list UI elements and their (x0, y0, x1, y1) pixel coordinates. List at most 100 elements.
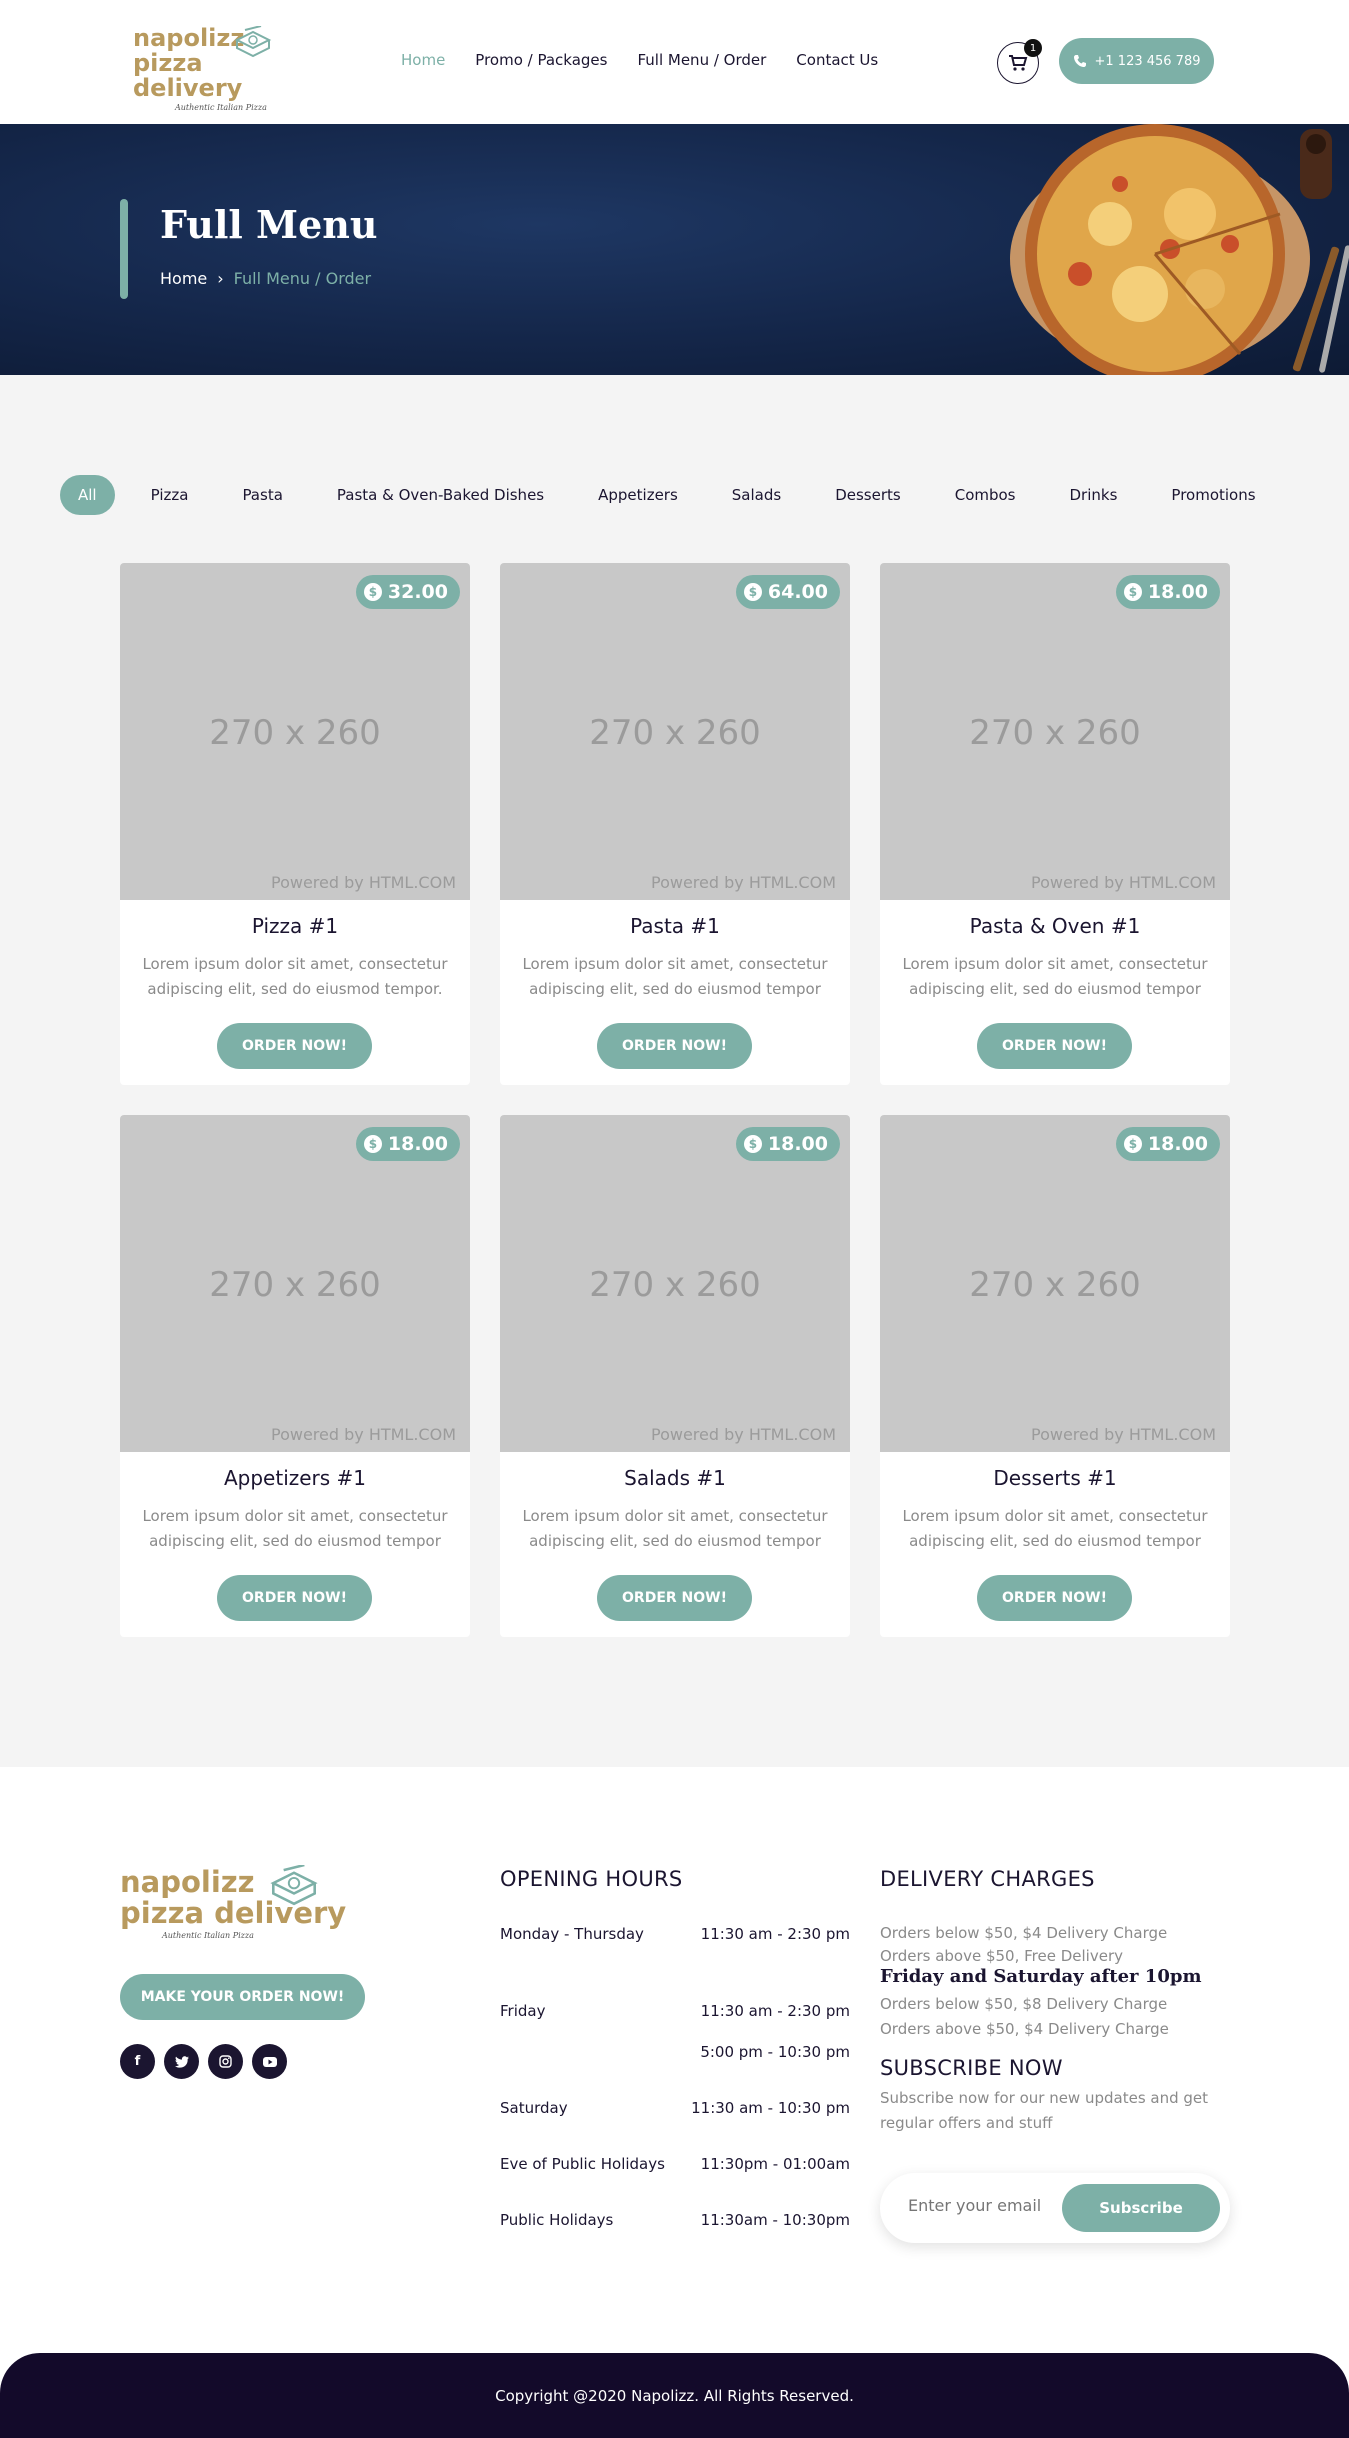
product-title[interactable]: Pasta #1 (500, 914, 850, 938)
hours-time: 11:30 am - 2:30 pm (700, 1925, 850, 1943)
dollar-coin-icon: $ (1123, 583, 1142, 601)
hours-time: 11:30pm - 01:00am (700, 2155, 850, 2173)
make-order-button[interactable]: MAKE YOUR ORDER NOW! (120, 1974, 365, 2020)
hours-time: 11:30 am - 2:30 pm (700, 2002, 850, 2020)
nav-promo[interactable]: Promo / Packages (475, 51, 607, 69)
menu-section: All Pizza Pasta Pasta & Oven-Baked Dishe… (0, 375, 1349, 1767)
tab-pasta[interactable]: Pasta (224, 475, 300, 515)
page-title: Full Menu (160, 202, 378, 247)
site-header: napolizz pizza delivery Authentic Italia… (0, 0, 1349, 124)
placeholder-size: 270 x 260 (969, 713, 1141, 753)
dollar-coin-icon: $ (363, 583, 382, 601)
tab-all[interactable]: All (60, 475, 115, 515)
phone-icon (1073, 55, 1086, 67)
placeholder-credit: Powered by HTML.COM (271, 1425, 456, 1444)
subscribe-text: Subscribe now for our new updates and ge… (880, 2089, 1209, 2132)
placeholder-size: 270 x 260 (589, 713, 761, 753)
subscribe-button[interactable]: Subscribe (1062, 2184, 1220, 2232)
social-links: f (120, 2044, 287, 2079)
order-now-button[interactable]: ORDER NOW! (977, 1575, 1132, 1621)
order-now-button[interactable]: ORDER NOW! (217, 1575, 372, 1621)
delivery-title: DELIVERY CHARGES (880, 1867, 1095, 1891)
product-title[interactable]: Salads #1 (500, 1466, 850, 1490)
logo-tagline: Authentic Italian Pizza (162, 1931, 254, 1940)
order-now-button[interactable]: ORDER NOW! (217, 1023, 372, 1069)
dollar-coin-icon: $ (743, 1135, 762, 1153)
dollar-coin-icon: $ (743, 583, 762, 601)
product-title[interactable]: Pizza #1 (120, 914, 470, 938)
nav-home[interactable]: Home (401, 51, 445, 69)
copyright-text: Copyright @2020 Napolizz. All Rights Res… (495, 2386, 854, 2405)
subscribe-form: Subscribe (880, 2173, 1230, 2243)
cart-button[interactable]: 1 (997, 39, 1042, 84)
product-image-placeholder[interactable]: 270 x 260 Powered by HTML.COM $ 18.00 (500, 1115, 850, 1452)
dollar-coin-icon: $ (363, 1135, 382, 1153)
tab-appetizers[interactable]: Appetizers (580, 475, 696, 515)
hours-time: 11:30 am - 10:30 pm (691, 2099, 850, 2117)
price-value: 18.00 (1147, 581, 1208, 603)
opening-hours: OPENING HOURS Monday - Thursday 11:30 am… (500, 1867, 850, 2229)
hours-day: Public Holidays (500, 2211, 614, 2229)
delivery-line: Orders above $50, Free Delivery (880, 1947, 1124, 1965)
product-image-placeholder[interactable]: 270 x 260 Powered by HTML.COM $ 18.00 (880, 563, 1230, 900)
product-image-placeholder[interactable]: 270 x 260 Powered by HTML.COM $ 32.00 (120, 563, 470, 900)
product-title[interactable]: Appetizers #1 (120, 1466, 470, 1490)
product-image-placeholder[interactable]: 270 x 260 Powered by HTML.COM $ 64.00 (500, 563, 850, 900)
logo[interactable]: napolizz pizza delivery Authentic Italia… (133, 26, 273, 112)
tab-promotions[interactable]: Promotions (1153, 475, 1273, 515)
breadcrumb-current: Full Menu / Order (233, 269, 372, 288)
hero-accent-bar (120, 199, 128, 299)
email-input[interactable] (908, 2196, 1058, 2215)
product-card: 270 x 260 Powered by HTML.COM $ 18.00 Sa… (500, 1115, 850, 1637)
facebook-icon[interactable]: f (120, 2044, 155, 2079)
nav-full-menu[interactable]: Full Menu / Order (637, 51, 766, 69)
tab-combos[interactable]: Combos (937, 475, 1034, 515)
cart-icon (1009, 55, 1028, 71)
hours-time: 11:30am - 10:30pm (700, 2211, 850, 2229)
price-value: 64.00 (767, 581, 828, 603)
footer-logo[interactable]: napolizz pizza delivery Authentic Italia… (120, 1865, 346, 1940)
twitter-icon[interactable] (164, 2044, 199, 2079)
product-description: Lorem ipsum dolor sit amet, consectetur … (522, 1507, 828, 1550)
youtube-icon[interactable] (252, 2044, 287, 2079)
price-value: 32.00 (387, 581, 448, 603)
tab-pizza[interactable]: Pizza (133, 475, 207, 515)
product-grid: 270 x 260 Powered by HTML.COM $ 32.00 Pi… (120, 563, 1230, 1637)
price-badge: $ 18.00 (1115, 1127, 1220, 1161)
placeholder-credit: Powered by HTML.COM (651, 873, 836, 892)
product-description: Lorem ipsum dolor sit amet, consectetur … (142, 955, 448, 998)
logo-tagline: Authentic Italian Pizza (175, 103, 267, 112)
tab-desserts[interactable]: Desserts (817, 475, 919, 515)
placeholder-size: 270 x 260 (589, 1265, 761, 1305)
tab-pasta-oven[interactable]: Pasta & Oven-Baked Dishes (319, 475, 562, 515)
product-description: Lorem ipsum dolor sit amet, consectetur … (902, 1507, 1208, 1550)
delivery-subtitle: Friday and Saturday after 10pm (880, 1966, 1202, 1987)
order-now-button[interactable]: ORDER NOW! (977, 1023, 1132, 1069)
category-tabs: All Pizza Pasta Pasta & Oven-Baked Dishe… (60, 475, 1292, 515)
delivery-line: Orders below $50, $8 Delivery Charge (880, 1995, 1168, 2013)
phone-button[interactable]: +1 123 456 789 (1059, 38, 1214, 84)
product-title[interactable]: Desserts #1 (880, 1466, 1230, 1490)
price-badge: $ 32.00 (355, 575, 460, 609)
tab-salads[interactable]: Salads (714, 475, 799, 515)
product-card: 270 x 260 Powered by HTML.COM $ 18.00 Pa… (880, 563, 1230, 1085)
price-badge: $ 18.00 (1115, 575, 1220, 609)
product-image-placeholder[interactable]: 270 x 260 Powered by HTML.COM $ 18.00 (880, 1115, 1230, 1452)
hours-day: Saturday (500, 2099, 568, 2117)
nav-contact[interactable]: Contact Us (796, 51, 878, 69)
instagram-icon[interactable] (208, 2044, 243, 2079)
price-badge: $ 18.00 (355, 1127, 460, 1161)
product-card: 270 x 260 Powered by HTML.COM $ 32.00 Pi… (120, 563, 470, 1085)
opening-hours-title: OPENING HOURS (500, 1867, 683, 1891)
pizza-box-icon (270, 1865, 318, 1906)
tab-drinks[interactable]: Drinks (1052, 475, 1136, 515)
copyright-bar: Copyright @2020 Napolizz. All Rights Res… (0, 2353, 1349, 2438)
product-title[interactable]: Pasta & Oven #1 (880, 914, 1230, 938)
placeholder-size: 270 x 260 (209, 1265, 381, 1305)
product-image-placeholder[interactable]: 270 x 260 Powered by HTML.COM $ 18.00 (120, 1115, 470, 1452)
order-now-button[interactable]: ORDER NOW! (597, 1575, 752, 1621)
breadcrumb-home[interactable]: Home (160, 269, 207, 288)
order-now-button[interactable]: ORDER NOW! (597, 1023, 752, 1069)
product-description: Lorem ipsum dolor sit amet, consectetur … (142, 1507, 448, 1550)
product-card: 270 x 260 Powered by HTML.COM $ 18.00 Ap… (120, 1115, 470, 1637)
